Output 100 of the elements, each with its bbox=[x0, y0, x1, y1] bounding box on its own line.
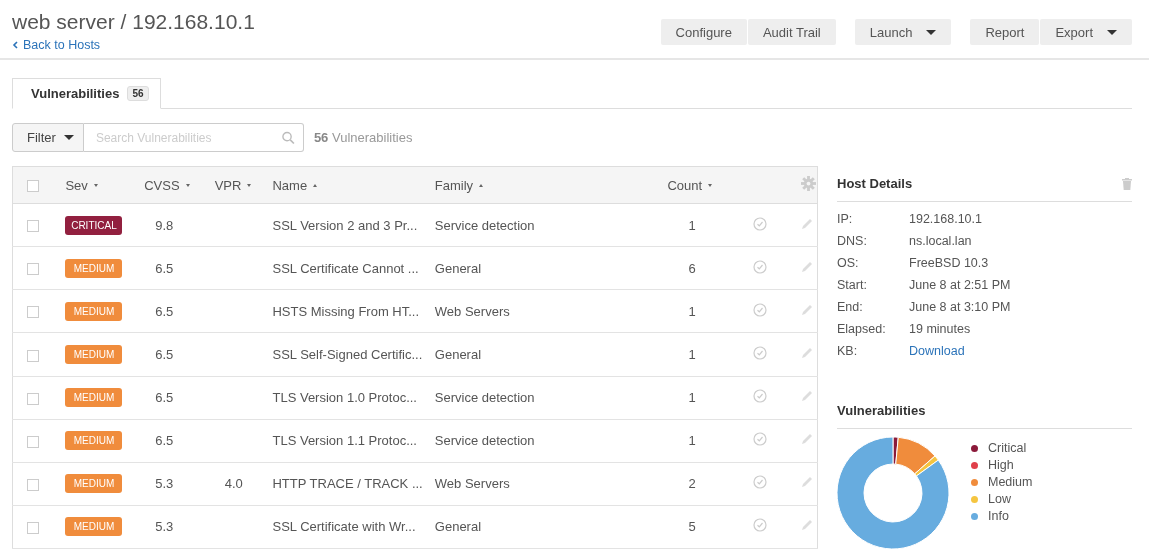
table-cell: 6.5 bbox=[155, 260, 174, 276]
table-cell: Web Servers bbox=[434, 303, 510, 319]
pencil-icon[interactable] bbox=[801, 476, 813, 489]
pencil-icon[interactable] bbox=[801, 346, 813, 359]
settings-icon[interactable] bbox=[801, 176, 816, 191]
severity-badge: CRITICAL bbox=[65, 215, 123, 235]
pencil-icon[interactable] bbox=[801, 217, 813, 230]
row-checkbox[interactable] bbox=[27, 349, 39, 362]
legend-label: Critical bbox=[988, 441, 1027, 455]
table-cell: General bbox=[434, 519, 482, 535]
field-label: End: bbox=[837, 299, 864, 315]
check-circle-icon[interactable] bbox=[753, 302, 767, 317]
legend-label: Low bbox=[988, 492, 1011, 506]
row-checkbox[interactable] bbox=[27, 263, 39, 276]
row-checkbox[interactable] bbox=[27, 220, 39, 233]
download-link[interactable]: Download bbox=[909, 344, 965, 358]
table-cell: Service detection bbox=[434, 217, 535, 233]
severity-badge: MEDIUM bbox=[65, 431, 123, 451]
check-circle-icon[interactable] bbox=[753, 389, 767, 404]
table-cell: 6.5 bbox=[155, 390, 174, 406]
table-cell: 4.0 bbox=[224, 476, 243, 492]
table-cell: Web Servers bbox=[434, 476, 510, 492]
table-cell: SSL Certificate Cannot ... bbox=[272, 260, 419, 276]
row-checkbox[interactable] bbox=[27, 435, 39, 448]
panel-title: Vulnerabilities bbox=[837, 403, 926, 418]
severity-badge: MEDIUM bbox=[65, 301, 123, 321]
table-cell: 6.5 bbox=[155, 303, 174, 319]
check-circle-icon[interactable] bbox=[753, 475, 767, 490]
table-cell: 1 bbox=[688, 217, 696, 233]
field-value: June 8 at 3:10 PM bbox=[909, 300, 1011, 314]
dropdown-button[interactable]: Export bbox=[1040, 19, 1132, 45]
column-header[interactable]: Family bbox=[434, 177, 484, 193]
back-link[interactable]: Back to Hosts bbox=[12, 38, 255, 52]
trash-icon[interactable] bbox=[1122, 177, 1132, 190]
count-badge: 56 bbox=[127, 86, 149, 101]
severity-badge: MEDIUM bbox=[65, 517, 123, 537]
column-header[interactable]: Sev bbox=[65, 177, 98, 193]
toolbar-button[interactable]: Configure bbox=[660, 19, 747, 45]
field-label: IP: bbox=[837, 211, 854, 227]
field-label: OS: bbox=[837, 255, 860, 271]
legend-label: Medium bbox=[988, 475, 1033, 489]
table-cell: General bbox=[434, 346, 482, 362]
page-title: web server / 192.168.10.1 bbox=[12, 9, 255, 35]
table-cell: SSL Self-Signed Certific... bbox=[272, 346, 423, 362]
chevron-left-icon bbox=[12, 41, 18, 49]
row-checkbox[interactable] bbox=[27, 522, 39, 534]
field-label: Start: bbox=[837, 277, 868, 293]
legend-label: Info bbox=[988, 509, 1009, 523]
check-circle-icon[interactable] bbox=[753, 518, 767, 533]
legend-label: High bbox=[988, 458, 1014, 472]
severity-badge: MEDIUM bbox=[65, 388, 123, 408]
table-cell: 6.5 bbox=[155, 433, 174, 449]
pencil-icon[interactable] bbox=[801, 260, 813, 273]
table-cell: 1 bbox=[688, 390, 696, 406]
field-label: KB: bbox=[837, 343, 859, 359]
caret-icon bbox=[1107, 29, 1117, 35]
column-header[interactable]: Name bbox=[272, 177, 318, 193]
panel-title: Host Details bbox=[837, 176, 913, 191]
check-circle-icon[interactable] bbox=[753, 345, 767, 360]
check-circle-icon[interactable] bbox=[753, 432, 767, 447]
table-cell: 1 bbox=[688, 433, 696, 449]
select-all-checkbox[interactable] bbox=[27, 180, 39, 193]
pencil-icon[interactable] bbox=[801, 390, 813, 403]
table-cell: 1 bbox=[688, 303, 696, 319]
severity-badge: MEDIUM bbox=[65, 474, 123, 494]
row-checkbox[interactable] bbox=[27, 392, 39, 405]
table-cell: 5 bbox=[688, 519, 696, 535]
table-cell: TLS Version 1.1 Protoc... bbox=[272, 433, 417, 449]
table-cell: SSL Certificate with Wr... bbox=[272, 519, 416, 535]
row-checkbox[interactable] bbox=[27, 306, 39, 319]
field-label: Elapsed: bbox=[837, 321, 887, 337]
field-value: ns.local.lan bbox=[909, 234, 972, 248]
field-label: DNS: bbox=[837, 233, 868, 249]
pencil-icon[interactable] bbox=[801, 519, 813, 532]
toolbar-button[interactable]: Audit Trail bbox=[747, 19, 836, 45]
field-value: 192.168.10.1 bbox=[909, 212, 982, 226]
table-cell: SSL Version 2 and 3 Pr... bbox=[272, 217, 418, 233]
dropdown-button[interactable]: Launch bbox=[854, 19, 952, 45]
table-cell: Service detection bbox=[434, 390, 535, 406]
table-cell: HSTS Missing From HT... bbox=[272, 303, 420, 319]
table-cell: 9.8 bbox=[155, 217, 174, 233]
field-value: June 8 at 2:51 PM bbox=[909, 278, 1011, 292]
check-circle-icon[interactable] bbox=[753, 216, 767, 231]
pencil-icon[interactable] bbox=[801, 303, 813, 316]
table-cell: 6 bbox=[688, 260, 696, 276]
check-circle-icon[interactable] bbox=[753, 259, 767, 274]
field-value: FreeBSD 10.3 bbox=[909, 256, 989, 270]
search-icon bbox=[282, 130, 295, 145]
filter-button[interactable]: Filter bbox=[12, 123, 84, 152]
table-cell: 6.5 bbox=[155, 346, 174, 362]
field-value: 19 minutes bbox=[909, 322, 971, 336]
row-checkbox[interactable] bbox=[27, 478, 39, 491]
tab[interactable]: Vulnerabilities 56 bbox=[12, 78, 161, 109]
table-cell: TLS Version 1.0 Protoc... bbox=[272, 390, 417, 406]
result-count: 56 Vulnerabilities bbox=[313, 130, 413, 145]
toolbar-button[interactable]: Report bbox=[970, 19, 1040, 45]
table-cell: 5.3 bbox=[155, 519, 174, 535]
pencil-icon[interactable] bbox=[801, 433, 813, 446]
table-cell: 2 bbox=[688, 476, 696, 492]
severity-badge: MEDIUM bbox=[65, 344, 123, 364]
